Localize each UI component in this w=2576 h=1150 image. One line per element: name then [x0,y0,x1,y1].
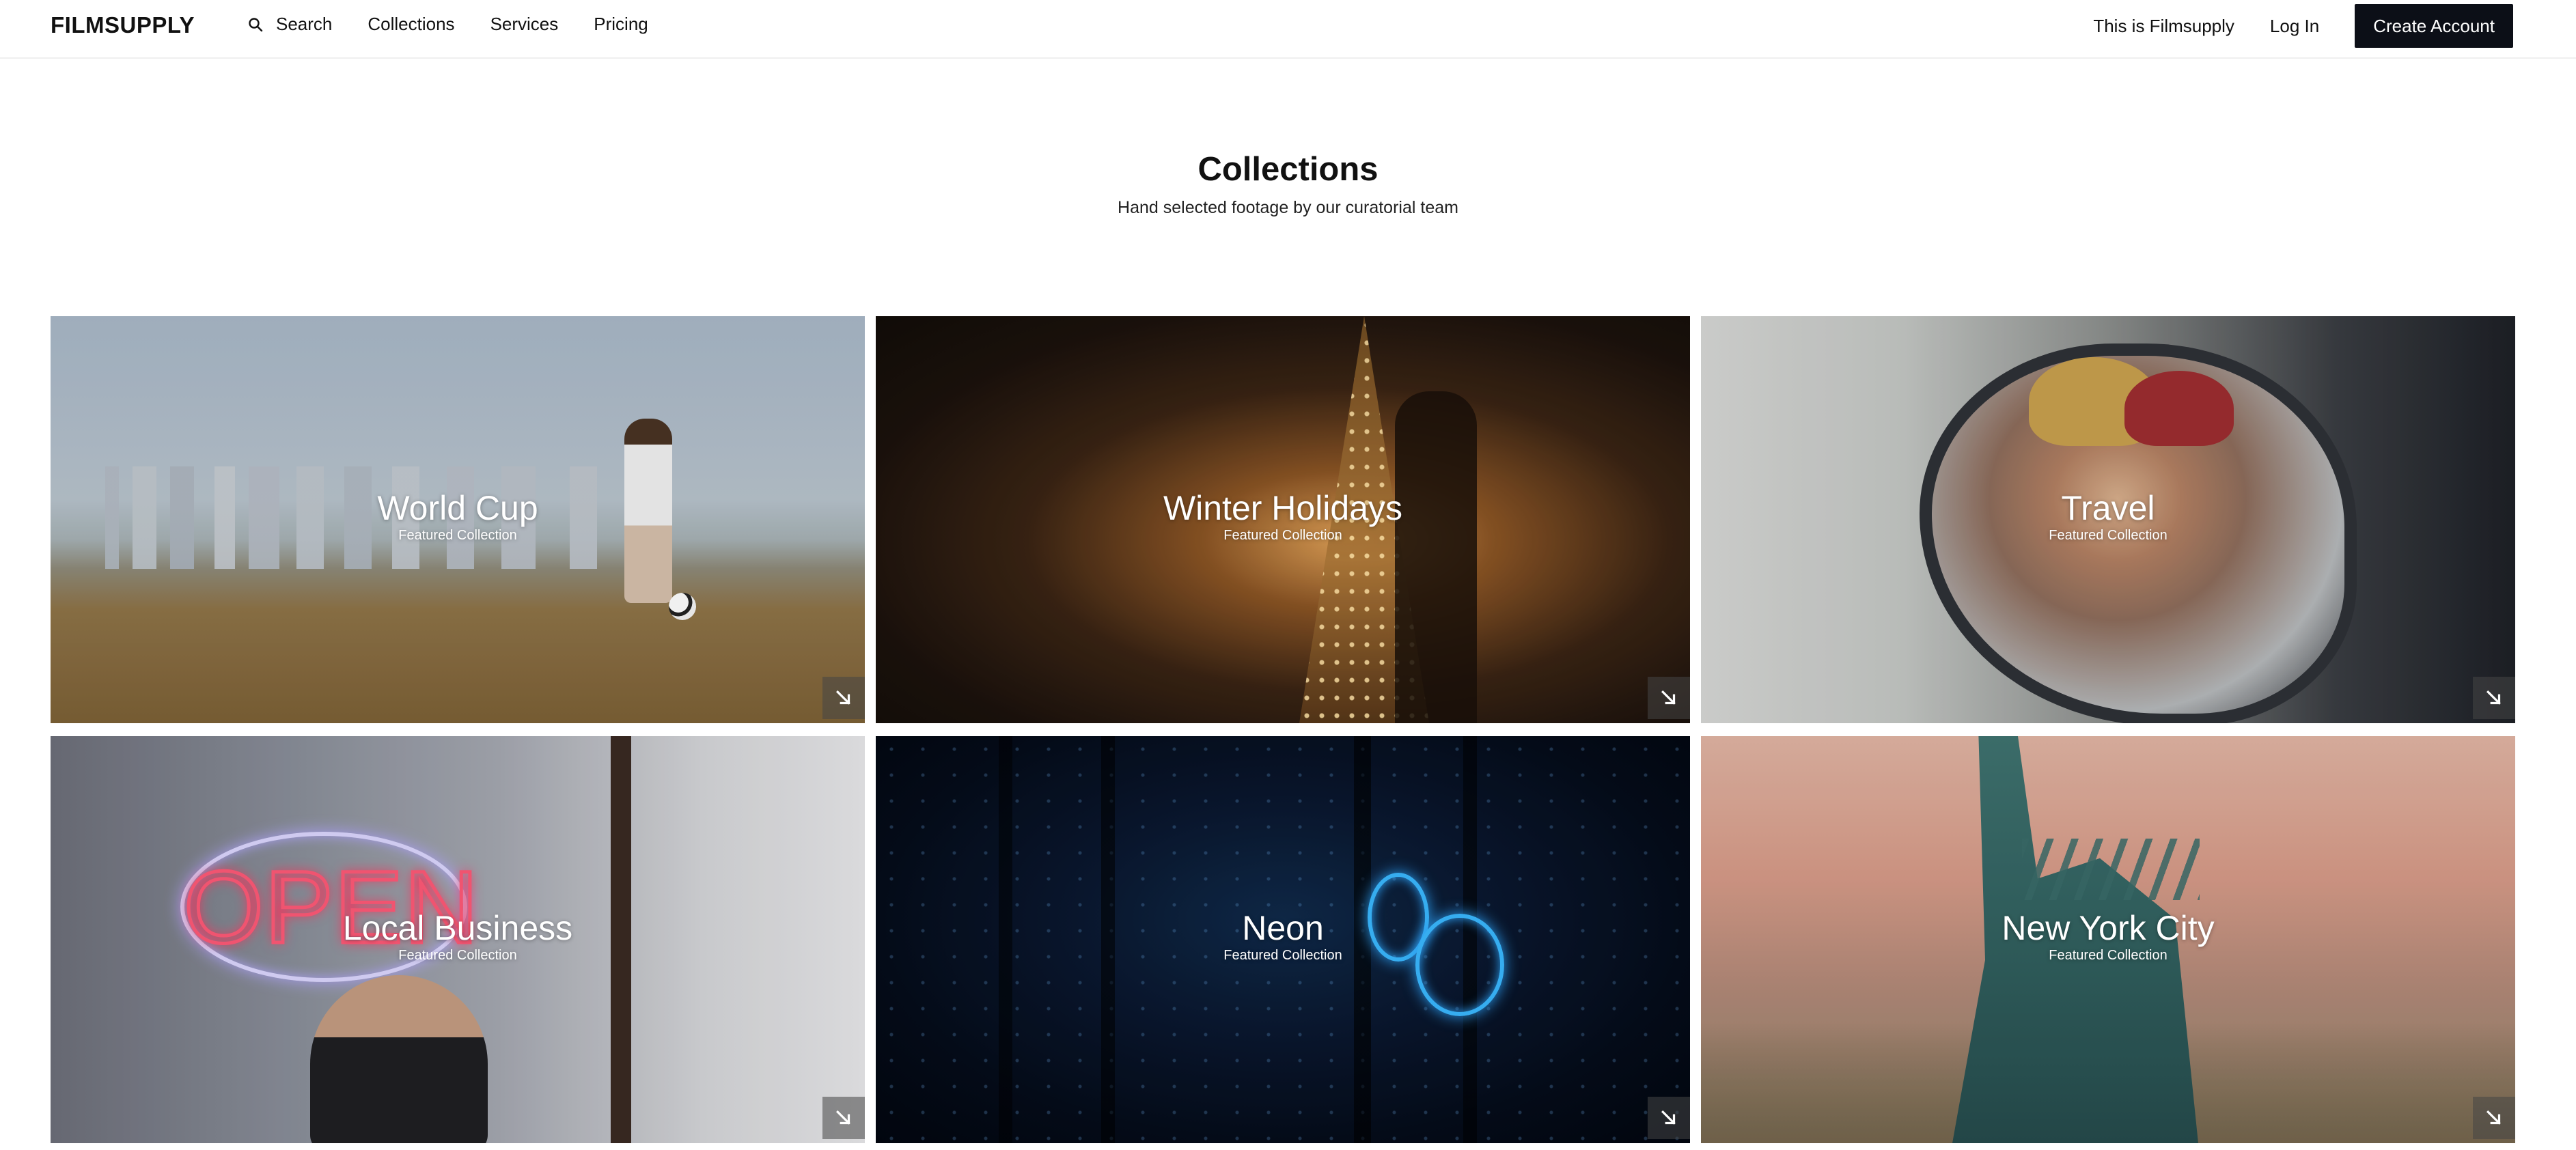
site-logo[interactable]: FILMSUPPLY [51,12,195,38]
top-navigation: FILMSUPPLY Search Collections Services P… [0,0,2576,59]
collection-title: Local Business [342,909,573,947]
collection-card-new-york-city[interactable]: New York City Featured Collection [1701,736,2515,1143]
account-nav: This is Filmsupply Log In Create Account [2093,4,2513,48]
search-label: Search [276,14,333,34]
collection-card-world-cup[interactable]: World Cup Featured Collection [51,316,865,723]
collection-subtitle: Featured Collection [2049,527,2168,543]
arrow-down-right-icon[interactable] [822,677,865,719]
collection-title: Travel [2061,489,2155,527]
arrow-down-right-icon[interactable] [1648,677,1690,719]
collection-card-local-business[interactable]: OPEN Local Business Featured Collection [51,736,865,1143]
collection-title: Winter Holidays [1163,489,1403,527]
collection-card-neon[interactable]: Neon Featured Collection [876,736,1690,1143]
nav-link-collections[interactable]: Collections [368,14,454,35]
collection-subtitle: Featured Collection [398,947,517,963]
collection-title: New York City [2002,909,2215,947]
page-subtitle: Hand selected footage by our curatorial … [1118,197,1458,217]
arrow-down-right-icon[interactable] [1648,1097,1690,1139]
collection-title: Neon [1242,909,1324,947]
collection-card-travel[interactable]: Travel Featured Collection [1701,316,2515,723]
nav-link-services[interactable]: Services [490,14,559,35]
primary-nav: Search Collections Services Pricing [247,14,648,35]
collections-grid: World Cup Featured Collection Winter Hol… [51,316,2515,1143]
collection-subtitle: Featured Collection [398,527,517,543]
arrow-down-right-icon[interactable] [2473,677,2515,719]
create-account-button[interactable]: Create Account [2355,4,2513,48]
search-link[interactable]: Search [247,14,332,35]
nav-link-pricing[interactable]: Pricing [594,14,648,35]
arrow-down-right-icon[interactable] [822,1097,865,1139]
page-title: Collections [1197,151,1379,188]
login-link[interactable]: Log In [2270,16,2319,37]
collection-card-winter-holidays[interactable]: Winter Holidays Featured Collection [876,316,1690,723]
collection-title: World Cup [377,489,538,527]
collection-subtitle: Featured Collection [1223,947,1342,963]
search-icon [247,16,264,33]
nav-link-about[interactable]: This is Filmsupply [2093,16,2234,37]
arrow-down-right-icon[interactable] [2473,1097,2515,1139]
collection-subtitle: Featured Collection [2049,947,2168,963]
page-header: Collections Hand selected footage by our… [0,151,2576,218]
collection-subtitle: Featured Collection [1223,527,1342,543]
